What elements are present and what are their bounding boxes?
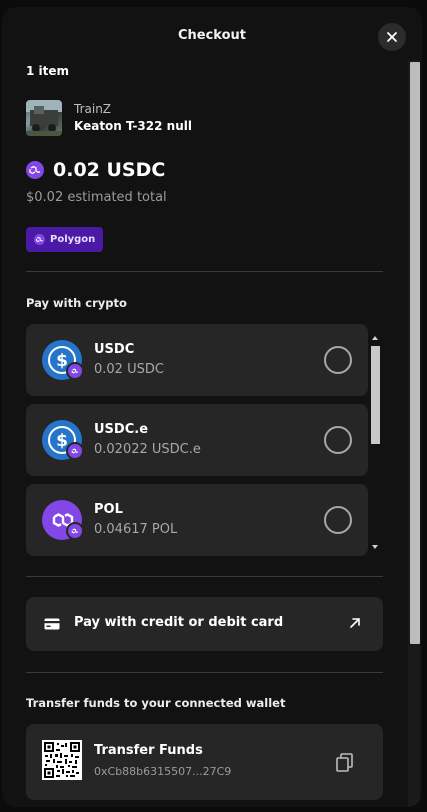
copy-icon[interactable]	[336, 753, 354, 773]
transfer-funds-label: Transfer funds to your connected wallet	[26, 696, 286, 710]
close-icon	[387, 32, 397, 42]
polygon-icon	[66, 522, 84, 540]
token-name: POL	[94, 502, 123, 517]
polygon-icon	[66, 362, 84, 380]
pay-with-card-button[interactable]: Pay with credit or debit card	[26, 597, 383, 651]
token-radio[interactable]	[324, 346, 352, 374]
token-amount: 0.04617 POL	[94, 522, 178, 537]
price-row: 0.02 USDC	[26, 159, 165, 181]
external-link-icon	[350, 618, 360, 628]
collection-name: TrainZ	[74, 102, 112, 116]
main-scrollbar-thumb[interactable]	[410, 62, 420, 644]
item-name: Keaton T-322 null	[74, 119, 192, 133]
token-option-usdc-e[interactable]: $ USDC.e 0.02022 USDC.e	[26, 404, 368, 476]
token-amount: 0.02 USDC	[94, 362, 164, 377]
polygon-icon	[34, 234, 45, 245]
divider	[26, 271, 383, 272]
token-option-pol[interactable]: POL 0.04617 POL	[26, 484, 368, 556]
page-title: Checkout	[177, 28, 246, 43]
token-name: USDC.e	[94, 422, 149, 437]
polygon-icon	[66, 442, 84, 460]
divider	[26, 672, 383, 673]
token-radio[interactable]	[324, 426, 352, 454]
transfer-funds-card[interactable]: Transfer Funds 0xCb88b6315507...27C9	[26, 724, 383, 800]
network-badge: Polygon	[26, 227, 104, 252]
token-name: USDC	[94, 342, 135, 357]
transfer-funds-title: Transfer Funds	[94, 743, 203, 758]
token-option-usdc[interactable]: $ USDC 0.02 USDC	[26, 324, 368, 396]
estimated-total: $0.02 estimated total	[26, 190, 167, 205]
close-button[interactable]	[378, 23, 406, 51]
scroll-down-arrow-icon[interactable]	[372, 545, 378, 549]
divider	[26, 576, 383, 577]
scroll-up-arrow-icon[interactable]	[372, 336, 378, 340]
checkout-modal: Checkout 1 item TrainZ Keaton T-322 null…	[2, 7, 422, 807]
polygon-icon	[26, 161, 44, 179]
item-thumbnail	[26, 100, 62, 136]
network-badge-label: Polygon	[50, 234, 96, 245]
token-list-scrollbar-thumb[interactable]	[371, 346, 380, 444]
item-count: 1 item	[26, 64, 70, 78]
token-radio[interactable]	[324, 506, 352, 534]
total-price: 0.02 USDC	[53, 159, 166, 181]
wallet-address: 0xCb88b6315507...27C9	[94, 765, 232, 778]
qr-code-icon	[42, 740, 82, 780]
pay-with-card-label: Pay with credit or debit card	[74, 615, 284, 630]
token-amount: 0.02022 USDC.e	[94, 442, 201, 457]
credit-card-icon	[44, 618, 60, 630]
pay-with-crypto-label: Pay with crypto	[26, 296, 127, 310]
